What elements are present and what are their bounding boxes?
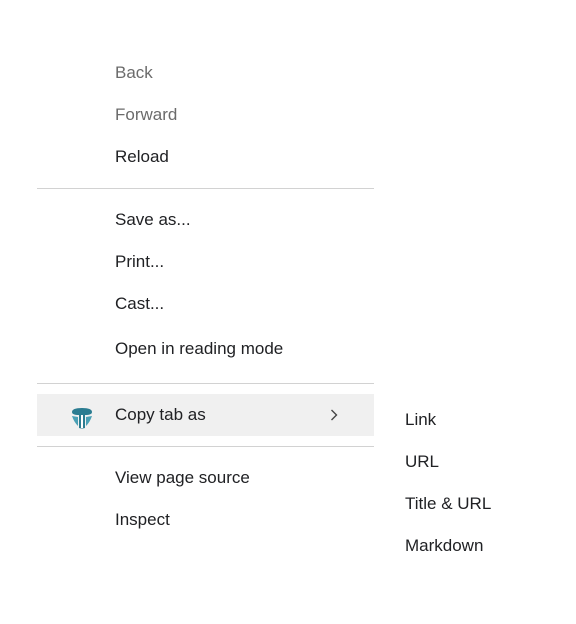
submenu-item-label: Link (405, 410, 437, 429)
menu-item-cast[interactable]: Cast... (37, 283, 374, 325)
menu-item-label: Copy tab as (115, 405, 206, 424)
menu-item-reload[interactable]: Reload (37, 136, 374, 178)
menu-item-reading-mode[interactable]: Open in reading mode (37, 325, 374, 373)
extension-logo-icon (70, 404, 94, 429)
menu-item-label: Inspect (115, 510, 170, 529)
menu-item-label: Cast... (115, 294, 165, 313)
submenu-item-label: Markdown (405, 536, 484, 555)
menu-item-label: View page source (115, 468, 250, 487)
menu-item-label: Print... (115, 252, 165, 271)
menu-item-label: Save as... (115, 210, 191, 229)
submenu-item-label: Title & URL (405, 494, 492, 513)
menu-item-save-as[interactable]: Save as... (37, 199, 374, 241)
menu-item-forward[interactable]: Forward (37, 94, 374, 136)
menu-item-label: Reload (115, 147, 169, 166)
menu-item-back[interactable]: Back (37, 52, 374, 94)
menu-item-label: Forward (115, 105, 178, 124)
submenu-item-url[interactable]: URL (380, 441, 530, 483)
menu-item-inspect[interactable]: Inspect (37, 499, 374, 541)
copy-tab-submenu: Link URL Title & URL Markdown (380, 399, 530, 567)
menu-separator (37, 446, 374, 447)
submenu-item-title-url[interactable]: Title & URL (380, 483, 530, 525)
submenu-item-link[interactable]: Link (380, 399, 530, 441)
menu-item-label: Open in reading mode (115, 339, 284, 358)
context-menu: Back Forward Reload Save as... Print... … (37, 52, 374, 541)
menu-separator (37, 188, 374, 189)
menu-item-print[interactable]: Print... (37, 241, 374, 283)
menu-item-view-source[interactable]: View page source (37, 457, 374, 499)
menu-separator (37, 383, 374, 384)
menu-item-label: Back (115, 63, 153, 82)
submenu-item-label: URL (405, 452, 440, 471)
menu-item-copy-tab-as[interactable]: Copy tab as (37, 394, 374, 436)
chevron-right-icon (328, 394, 340, 436)
submenu-item-markdown[interactable]: Markdown (380, 525, 530, 567)
